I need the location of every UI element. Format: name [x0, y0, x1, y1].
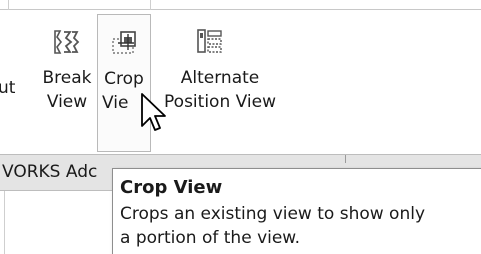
- truncated-command-label[interactable]: ut: [0, 76, 15, 100]
- tooltip-title: Crop View: [120, 177, 223, 198]
- crop-view-label-line1: Crop: [104, 69, 144, 89]
- alternate-position-view-button[interactable]: Alternate Position View: [150, 14, 290, 152]
- ribbon-separator: [150, 0, 151, 10]
- alternate-position-view-label-line1: Alternate: [180, 68, 260, 88]
- ribbon-top-strip: [0, 0, 481, 10]
- tab-divider: [345, 155, 346, 163]
- panel-edge: [4, 191, 5, 254]
- break-view-label-line1: Break: [42, 68, 92, 88]
- break-view-button[interactable]: Break View: [38, 14, 96, 152]
- ribbon-separator: [8, 0, 9, 10]
- arrow-cursor-icon: [141, 93, 166, 131]
- crop-view-tooltip: Crop View Crops an existing view to show…: [112, 168, 481, 254]
- crop-view-icon: [112, 31, 136, 54]
- tooltip-description-line2: a portion of the view.: [120, 228, 301, 248]
- tab-solidworks-addins[interactable]: VORKS Adc: [2, 162, 97, 182]
- break-view-label-line2: View: [46, 92, 88, 112]
- alternate-position-view-icon: [197, 29, 222, 53]
- break-view-icon: [54, 30, 80, 54]
- ribbon-command-area: ut Break View Crop Vie Alternate Positio…: [0, 10, 481, 154]
- tooltip-description-line1: Crops an existing view to show only: [120, 204, 426, 224]
- alternate-position-view-label-line2: Position View: [164, 92, 276, 112]
